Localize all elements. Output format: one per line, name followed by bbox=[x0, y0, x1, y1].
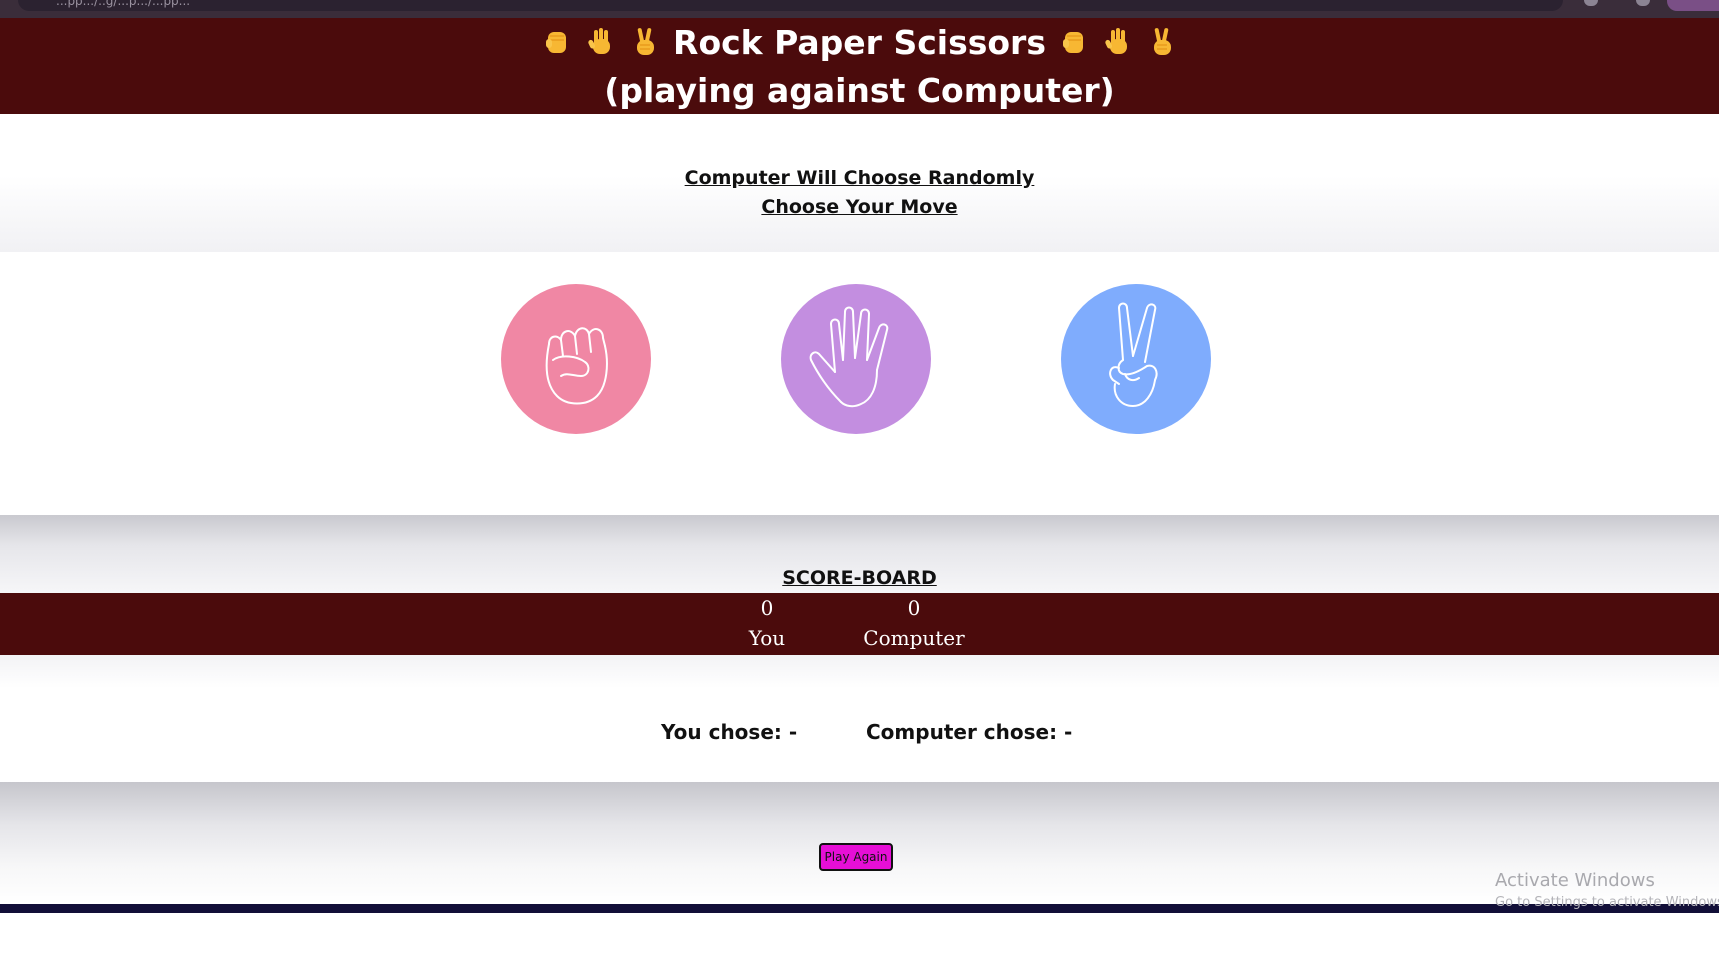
page-subtitle: (playing against Computer) bbox=[604, 70, 1115, 110]
play-again-section: Play Again bbox=[0, 782, 1719, 904]
victory-hand-icon bbox=[637, 28, 655, 55]
score-you-label: You bbox=[748, 626, 786, 650]
you-chose-text: You chose: - bbox=[661, 720, 798, 744]
page-title: Rock Paper Scissors bbox=[673, 22, 1046, 62]
raised-fist-icon bbox=[1062, 32, 1083, 53]
instructions-section: Computer Will Choose Randomly Choose You… bbox=[0, 114, 1719, 252]
scissors-button[interactable] bbox=[1061, 284, 1211, 434]
activate-windows-subtitle: Go to Settings to activate Windows. bbox=[1495, 895, 1719, 910]
result-section: You chose: - Computer chose: - bbox=[0, 688, 1719, 782]
score-you-value: 0 bbox=[760, 596, 774, 620]
page: ...pp.../..g/...p.../...pp... Rock Paper… bbox=[0, 0, 1719, 956]
score-you: 0 You bbox=[687, 593, 847, 653]
victory-hand-icon bbox=[1109, 302, 1158, 407]
raised-hand-icon bbox=[1105, 28, 1127, 54]
paper-button[interactable] bbox=[781, 284, 931, 434]
instruction-random: Computer Will Choose Randomly bbox=[684, 167, 1035, 189]
raised-hand-icon bbox=[588, 28, 611, 54]
raised-fist-icon bbox=[546, 32, 567, 53]
score-computer: 0 Computer bbox=[834, 593, 994, 653]
score-computer-label: Computer bbox=[863, 626, 965, 650]
scoreboard: 0 You 0 Computer bbox=[0, 593, 1719, 655]
page-header: Rock Paper Scissors (playing against Com… bbox=[0, 18, 1719, 114]
page-bottom bbox=[0, 913, 1719, 956]
open-hand-icon bbox=[809, 306, 889, 408]
fist-icon bbox=[545, 327, 608, 405]
move-choices bbox=[0, 252, 1719, 515]
extensions-icon[interactable] bbox=[1584, 0, 1598, 6]
play-again-button[interactable]: Play Again bbox=[819, 843, 893, 871]
scoreboard-title: SCORE-BOARD bbox=[782, 567, 937, 589]
instruction-choose-move: Choose Your Move bbox=[761, 196, 958, 218]
address-bar-text: ...pp.../..g/...p.../...pp... bbox=[56, 0, 191, 8]
footer-bar bbox=[0, 904, 1719, 913]
profile-icon[interactable] bbox=[1636, 0, 1650, 6]
victory-hand-icon bbox=[1153, 28, 1171, 55]
score-computer-value: 0 bbox=[907, 596, 921, 620]
browser-menu-button[interactable] bbox=[1667, 0, 1719, 11]
activate-windows-title: Activate Windows bbox=[1495, 870, 1655, 891]
scoreboard-header-band: SCORE-BOARD bbox=[0, 515, 1719, 593]
address-bar[interactable]: ...pp.../..g/...p.../...pp... bbox=[18, 0, 1563, 11]
section-divider bbox=[0, 655, 1719, 688]
browser-toolbar: ...pp.../..g/...p.../...pp... bbox=[0, 0, 1719, 18]
header-title-row: Rock Paper Scissors bbox=[0, 20, 1719, 64]
computer-chose-text: Computer chose: - bbox=[866, 720, 1073, 744]
rock-button[interactable] bbox=[501, 284, 651, 434]
